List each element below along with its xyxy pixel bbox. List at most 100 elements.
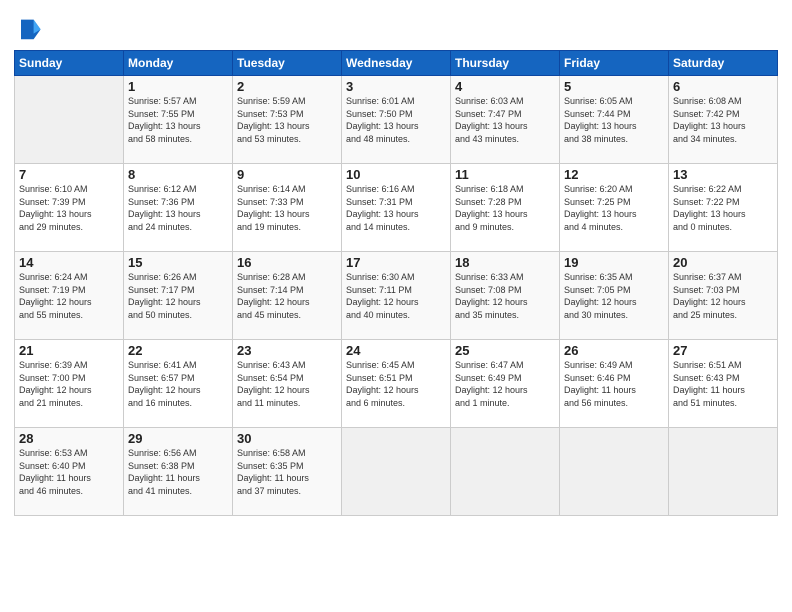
day-info: Sunrise: 6:37 AM Sunset: 7:03 PM Dayligh… — [673, 271, 773, 321]
page-container: SundayMondayTuesdayWednesdayThursdayFrid… — [0, 0, 792, 526]
calendar-cell: 11Sunrise: 6:18 AM Sunset: 7:28 PM Dayli… — [451, 164, 560, 252]
calendar-cell: 1Sunrise: 5:57 AM Sunset: 7:55 PM Daylig… — [124, 76, 233, 164]
logo-icon — [14, 14, 42, 42]
day-header-thursday: Thursday — [451, 51, 560, 76]
day-number: 23 — [237, 343, 337, 358]
day-number: 4 — [455, 79, 555, 94]
day-info: Sunrise: 6:20 AM Sunset: 7:25 PM Dayligh… — [564, 183, 664, 233]
calendar-cell: 18Sunrise: 6:33 AM Sunset: 7:08 PM Dayli… — [451, 252, 560, 340]
day-info: Sunrise: 6:35 AM Sunset: 7:05 PM Dayligh… — [564, 271, 664, 321]
calendar-cell: 30Sunrise: 6:58 AM Sunset: 6:35 PM Dayli… — [233, 428, 342, 516]
calendar-cell: 28Sunrise: 6:53 AM Sunset: 6:40 PM Dayli… — [15, 428, 124, 516]
day-info: Sunrise: 6:41 AM Sunset: 6:57 PM Dayligh… — [128, 359, 228, 409]
day-info: Sunrise: 6:01 AM Sunset: 7:50 PM Dayligh… — [346, 95, 446, 145]
calendar-cell — [342, 428, 451, 516]
calendar-cell: 12Sunrise: 6:20 AM Sunset: 7:25 PM Dayli… — [560, 164, 669, 252]
calendar-cell — [15, 76, 124, 164]
calendar-cell: 23Sunrise: 6:43 AM Sunset: 6:54 PM Dayli… — [233, 340, 342, 428]
day-number: 28 — [19, 431, 119, 446]
day-number: 25 — [455, 343, 555, 358]
calendar-cell: 21Sunrise: 6:39 AM Sunset: 7:00 PM Dayli… — [15, 340, 124, 428]
day-info: Sunrise: 6:14 AM Sunset: 7:33 PM Dayligh… — [237, 183, 337, 233]
calendar-cell: 24Sunrise: 6:45 AM Sunset: 6:51 PM Dayli… — [342, 340, 451, 428]
calendar-cell: 20Sunrise: 6:37 AM Sunset: 7:03 PM Dayli… — [669, 252, 778, 340]
day-info: Sunrise: 6:45 AM Sunset: 6:51 PM Dayligh… — [346, 359, 446, 409]
day-number: 13 — [673, 167, 773, 182]
day-info: Sunrise: 6:49 AM Sunset: 6:46 PM Dayligh… — [564, 359, 664, 409]
day-info: Sunrise: 6:24 AM Sunset: 7:19 PM Dayligh… — [19, 271, 119, 321]
day-info: Sunrise: 6:12 AM Sunset: 7:36 PM Dayligh… — [128, 183, 228, 233]
day-number: 29 — [128, 431, 228, 446]
day-info: Sunrise: 6:33 AM Sunset: 7:08 PM Dayligh… — [455, 271, 555, 321]
day-info: Sunrise: 6:22 AM Sunset: 7:22 PM Dayligh… — [673, 183, 773, 233]
calendar-cell: 25Sunrise: 6:47 AM Sunset: 6:49 PM Dayli… — [451, 340, 560, 428]
day-number: 27 — [673, 343, 773, 358]
day-info: Sunrise: 6:28 AM Sunset: 7:14 PM Dayligh… — [237, 271, 337, 321]
day-info: Sunrise: 6:16 AM Sunset: 7:31 PM Dayligh… — [346, 183, 446, 233]
calendar-cell: 27Sunrise: 6:51 AM Sunset: 6:43 PM Dayli… — [669, 340, 778, 428]
calendar-cell: 10Sunrise: 6:16 AM Sunset: 7:31 PM Dayli… — [342, 164, 451, 252]
day-number: 7 — [19, 167, 119, 182]
day-info: Sunrise: 6:47 AM Sunset: 6:49 PM Dayligh… — [455, 359, 555, 409]
day-info: Sunrise: 6:51 AM Sunset: 6:43 PM Dayligh… — [673, 359, 773, 409]
day-number: 21 — [19, 343, 119, 358]
day-number: 24 — [346, 343, 446, 358]
calendar-cell: 14Sunrise: 6:24 AM Sunset: 7:19 PM Dayli… — [15, 252, 124, 340]
calendar-cell: 17Sunrise: 6:30 AM Sunset: 7:11 PM Dayli… — [342, 252, 451, 340]
day-info: Sunrise: 5:57 AM Sunset: 7:55 PM Dayligh… — [128, 95, 228, 145]
day-info: Sunrise: 6:43 AM Sunset: 6:54 PM Dayligh… — [237, 359, 337, 409]
calendar-cell: 7Sunrise: 6:10 AM Sunset: 7:39 PM Daylig… — [15, 164, 124, 252]
calendar-cell: 16Sunrise: 6:28 AM Sunset: 7:14 PM Dayli… — [233, 252, 342, 340]
day-number: 20 — [673, 255, 773, 270]
header — [14, 10, 778, 42]
calendar-cell: 8Sunrise: 6:12 AM Sunset: 7:36 PM Daylig… — [124, 164, 233, 252]
day-number: 30 — [237, 431, 337, 446]
day-info: Sunrise: 5:59 AM Sunset: 7:53 PM Dayligh… — [237, 95, 337, 145]
calendar-cell: 2Sunrise: 5:59 AM Sunset: 7:53 PM Daylig… — [233, 76, 342, 164]
calendar-header-row: SundayMondayTuesdayWednesdayThursdayFrid… — [15, 51, 778, 76]
day-info: Sunrise: 6:58 AM Sunset: 6:35 PM Dayligh… — [237, 447, 337, 497]
day-number: 14 — [19, 255, 119, 270]
day-info: Sunrise: 6:08 AM Sunset: 7:42 PM Dayligh… — [673, 95, 773, 145]
day-info: Sunrise: 6:10 AM Sunset: 7:39 PM Dayligh… — [19, 183, 119, 233]
day-info: Sunrise: 6:56 AM Sunset: 6:38 PM Dayligh… — [128, 447, 228, 497]
calendar-cell: 19Sunrise: 6:35 AM Sunset: 7:05 PM Dayli… — [560, 252, 669, 340]
calendar-cell: 29Sunrise: 6:56 AM Sunset: 6:38 PM Dayli… — [124, 428, 233, 516]
calendar-cell — [669, 428, 778, 516]
day-info: Sunrise: 6:53 AM Sunset: 6:40 PM Dayligh… — [19, 447, 119, 497]
calendar-cell: 15Sunrise: 6:26 AM Sunset: 7:17 PM Dayli… — [124, 252, 233, 340]
calendar-cell: 9Sunrise: 6:14 AM Sunset: 7:33 PM Daylig… — [233, 164, 342, 252]
day-number: 8 — [128, 167, 228, 182]
calendar: SundayMondayTuesdayWednesdayThursdayFrid… — [14, 50, 778, 516]
calendar-cell: 4Sunrise: 6:03 AM Sunset: 7:47 PM Daylig… — [451, 76, 560, 164]
calendar-cell: 26Sunrise: 6:49 AM Sunset: 6:46 PM Dayli… — [560, 340, 669, 428]
day-number: 22 — [128, 343, 228, 358]
calendar-cell: 3Sunrise: 6:01 AM Sunset: 7:50 PM Daylig… — [342, 76, 451, 164]
day-header-monday: Monday — [124, 51, 233, 76]
day-header-saturday: Saturday — [669, 51, 778, 76]
day-number: 5 — [564, 79, 664, 94]
day-number: 11 — [455, 167, 555, 182]
calendar-cell: 13Sunrise: 6:22 AM Sunset: 7:22 PM Dayli… — [669, 164, 778, 252]
day-number: 1 — [128, 79, 228, 94]
calendar-cell: 5Sunrise: 6:05 AM Sunset: 7:44 PM Daylig… — [560, 76, 669, 164]
day-header-tuesday: Tuesday — [233, 51, 342, 76]
logo — [14, 14, 44, 42]
day-info: Sunrise: 6:26 AM Sunset: 7:17 PM Dayligh… — [128, 271, 228, 321]
calendar-cell — [560, 428, 669, 516]
day-info: Sunrise: 6:03 AM Sunset: 7:47 PM Dayligh… — [455, 95, 555, 145]
day-info: Sunrise: 6:05 AM Sunset: 7:44 PM Dayligh… — [564, 95, 664, 145]
day-number: 9 — [237, 167, 337, 182]
day-header-sunday: Sunday — [15, 51, 124, 76]
day-header-wednesday: Wednesday — [342, 51, 451, 76]
calendar-cell: 6Sunrise: 6:08 AM Sunset: 7:42 PM Daylig… — [669, 76, 778, 164]
day-header-friday: Friday — [560, 51, 669, 76]
day-number: 19 — [564, 255, 664, 270]
day-info: Sunrise: 6:18 AM Sunset: 7:28 PM Dayligh… — [455, 183, 555, 233]
day-number: 26 — [564, 343, 664, 358]
day-number: 18 — [455, 255, 555, 270]
day-number: 16 — [237, 255, 337, 270]
calendar-cell: 22Sunrise: 6:41 AM Sunset: 6:57 PM Dayli… — [124, 340, 233, 428]
day-number: 15 — [128, 255, 228, 270]
day-number: 2 — [237, 79, 337, 94]
